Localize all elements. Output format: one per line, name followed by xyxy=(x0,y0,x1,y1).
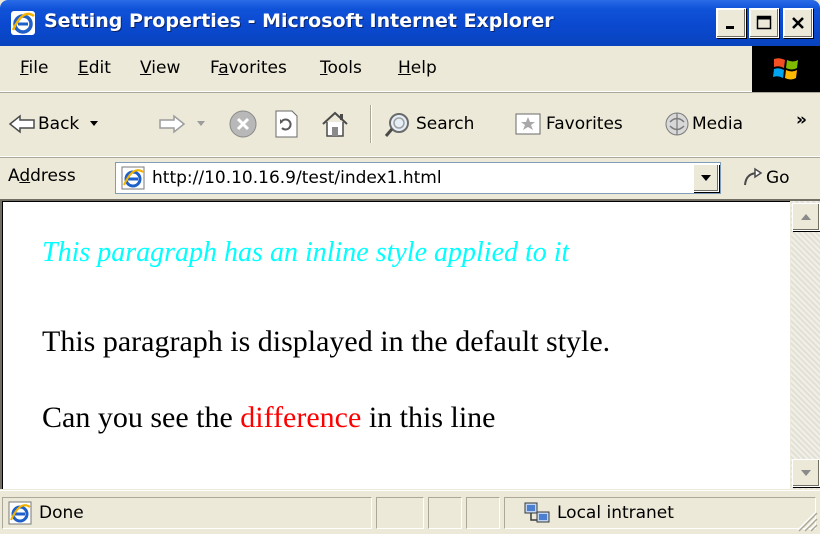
media-button[interactable]: Media xyxy=(664,107,743,141)
address-label-rest: dress xyxy=(30,166,76,186)
back-arrow-icon xyxy=(8,114,35,134)
back-label: Back xyxy=(38,114,80,134)
menu-tools-accel: T xyxy=(320,58,328,78)
address-label-pre: A xyxy=(8,166,20,186)
menu-favorites[interactable]: Favorites xyxy=(210,58,287,78)
search-icon xyxy=(384,113,409,137)
minimize-button[interactable] xyxy=(716,8,746,38)
menu-file-accel: F xyxy=(20,58,29,78)
search-label: Search xyxy=(416,114,475,134)
stop-icon xyxy=(229,110,257,138)
standard-toolbar: Back Search Favorites Media » xyxy=(0,93,820,157)
chevron-down-icon xyxy=(197,121,205,126)
arrow-up-icon xyxy=(801,214,811,220)
status-text: Done xyxy=(39,503,84,523)
menu-help[interactable]: Help xyxy=(398,58,437,78)
status-pane-privacy xyxy=(466,497,500,529)
go-label: Go xyxy=(766,168,790,188)
refresh-icon xyxy=(275,110,298,138)
forward-button[interactable] xyxy=(158,107,206,141)
scroll-up-button[interactable] xyxy=(792,203,820,231)
highlighted-word: difference xyxy=(240,401,362,434)
menu-file[interactable]: File xyxy=(20,58,48,78)
address-label-accel: d xyxy=(19,166,31,186)
resize-grip-icon[interactable] xyxy=(790,504,818,532)
windows-logo-throbber xyxy=(752,46,820,92)
status-zone-pane: Local intranet xyxy=(504,497,816,529)
menu-tools-label: ools xyxy=(327,58,362,78)
menu-view-label: iew xyxy=(151,58,181,78)
refresh-button[interactable] xyxy=(272,107,300,141)
address-input[interactable]: http://10.10.16.9/test/index1.html xyxy=(115,162,721,194)
go-button[interactable]: Go xyxy=(742,164,790,192)
menu-edit-label: dit xyxy=(88,58,111,78)
default-style-paragraph: This paragraph is displayed in the defau… xyxy=(42,325,611,358)
zone-label: Local intranet xyxy=(557,503,674,523)
search-button[interactable]: Search xyxy=(384,107,474,141)
page-content: This paragraph has an inline style appli… xyxy=(0,199,820,489)
close-icon xyxy=(792,17,804,29)
menu-favorites-pre: F xyxy=(210,58,219,78)
arrow-down-icon xyxy=(801,470,811,476)
menu-help-label: elp xyxy=(410,58,437,78)
back-button[interactable]: Back xyxy=(8,107,99,141)
status-pane-progress xyxy=(376,497,424,529)
home-icon xyxy=(322,111,348,137)
page-ie-icon xyxy=(121,166,145,190)
menu-favorites-label: vorites xyxy=(228,58,287,78)
toolbar-separator xyxy=(370,105,372,143)
menu-view-accel: V xyxy=(140,58,152,78)
menu-help-accel: H xyxy=(398,58,411,78)
menu-edit-accel: E xyxy=(78,58,89,78)
minimize-icon xyxy=(726,26,734,29)
close-button[interactable] xyxy=(783,8,813,38)
paragraph3-text-after: in this line xyxy=(361,401,496,434)
forward-arrow-icon xyxy=(159,114,186,134)
maximize-button[interactable] xyxy=(749,8,779,38)
scroll-down-button[interactable] xyxy=(792,459,820,487)
page-done-icon xyxy=(8,501,32,525)
menu-favorites-accel: a xyxy=(218,58,229,78)
stop-button[interactable] xyxy=(228,107,258,141)
toolbar-overflow-chevron[interactable]: » xyxy=(796,103,807,137)
paragraph3-text-before: Can you see the xyxy=(42,401,241,434)
media-icon xyxy=(665,112,689,136)
chevron-down-icon xyxy=(701,175,711,181)
maximize-icon xyxy=(756,15,772,30)
windows-logo-icon xyxy=(773,58,798,80)
menu-file-label: ile xyxy=(28,58,49,78)
favorites-star-icon xyxy=(515,113,541,135)
favorites-button[interactable]: Favorites xyxy=(514,107,623,141)
vertical-scrollbar[interactable] xyxy=(790,201,820,489)
address-label: Address xyxy=(8,166,76,186)
address-bar: Address http://10.10.16.9/test/index1.ht… xyxy=(0,158,820,198)
menu-view[interactable]: View xyxy=(140,58,180,78)
window-title: Setting Properties - Microsoft Internet … xyxy=(44,10,554,32)
address-dropdown-button[interactable] xyxy=(693,164,719,192)
difference-paragraph: Can you see the difference in this line xyxy=(42,401,495,435)
go-arrow-icon xyxy=(744,167,763,186)
inline-style-paragraph: This paragraph has an inline style appli… xyxy=(42,237,570,268)
home-button[interactable] xyxy=(320,107,350,141)
menu-tools[interactable]: Tools xyxy=(320,58,362,78)
menu-bar: File Edit View Favorites Tools Help xyxy=(0,46,820,92)
local-intranet-icon xyxy=(524,502,550,523)
ie-icon xyxy=(11,11,35,35)
media-label: Media xyxy=(692,114,744,134)
status-main-pane: Done xyxy=(2,497,372,529)
title-bar[interactable]: Setting Properties - Microsoft Internet … xyxy=(0,0,820,46)
chevron-down-icon xyxy=(90,121,99,126)
status-pane-lock xyxy=(428,497,462,529)
address-url[interactable]: http://10.10.16.9/test/index1.html xyxy=(152,168,442,188)
favorites-label: Favorites xyxy=(546,114,623,134)
status-bar: Done Local intranet xyxy=(0,490,820,534)
menu-edit[interactable]: Edit xyxy=(78,58,111,78)
